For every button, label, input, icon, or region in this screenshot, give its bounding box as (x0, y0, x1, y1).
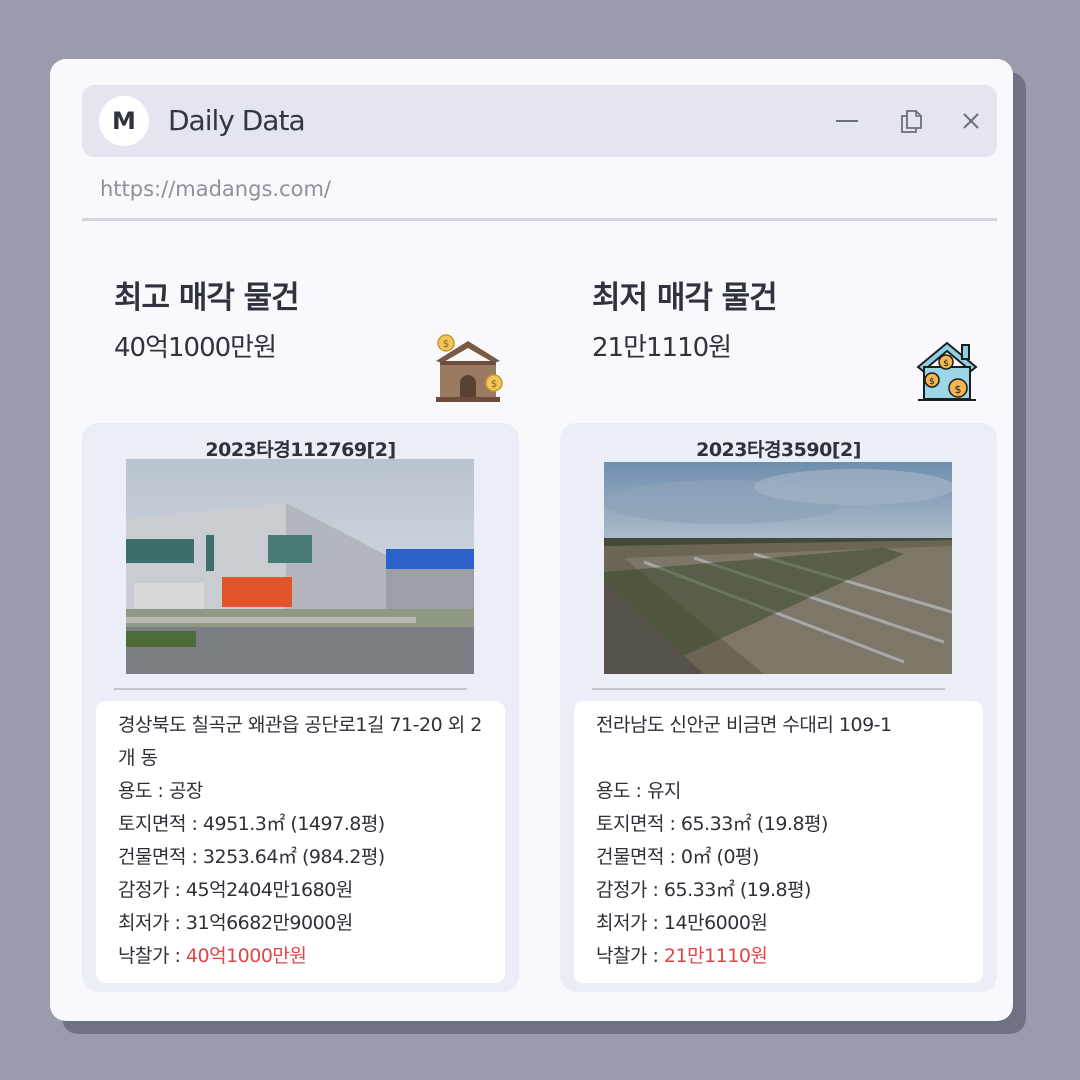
lowest-winning-label: 낙찰가 : (596, 945, 664, 967)
lowest-info-panel: 전라남도 신안군 비금면 수대리 109-1 용도 : 유지 토지면적 : 65… (574, 701, 983, 983)
lowest-address: 전라남도 신안군 비금면 수대리 109-1 (596, 714, 892, 736)
minimize-icon[interactable] (833, 107, 861, 135)
lowest-property-photo (604, 462, 952, 674)
lowest-use: 용도 : 유지 (596, 780, 681, 802)
url-text[interactable]: https://madangs.com/ (100, 177, 331, 201)
highest-land-area: 토지면적 : 4951.3㎡ (1497.8평) (118, 813, 385, 835)
lowest-building-area: 건물면적 : 0㎡ (0평) (596, 846, 759, 868)
app-window: M Daily Data https://madangs.com/ 최고 매각 … (50, 59, 1013, 1021)
highest-use: 용도 : 공장 (118, 780, 203, 802)
app-title: Daily Data (168, 104, 306, 137)
lowest-winning-value: 21만1110원 (663, 945, 768, 967)
lowest-amount: 21만1110원 (592, 333, 732, 363)
lowest-appraisal: 감정가 : 65.33㎡ (19.8평) (596, 879, 811, 901)
url-divider (82, 218, 997, 221)
lowest-minimum-price: 최저가 : 14만6000원 (596, 912, 768, 934)
lowest-land-area: 토지면적 : 65.33㎡ (19.8평) (596, 813, 828, 835)
svg-text:$: $ (443, 339, 449, 350)
highest-card-divider (114, 688, 467, 690)
house-money-icon: $ $ (436, 334, 503, 402)
highest-case-number[interactable]: 2023타경112769[2] (82, 435, 519, 462)
app-logo: M (99, 96, 149, 146)
lowest-card[interactable]: 2023타경3590[2] 전라남도 신안군 비금면 수대리 109-1 용도 … (560, 423, 997, 992)
highest-winning-bid: 낙찰가 : 40억1000만원 (118, 940, 483, 973)
highest-info-panel: 경상북도 칠곡군 왜관읍 공단로1길 71-20 외 2개 동 용도 : 공장 … (96, 701, 505, 983)
highest-winning-value: 40억1000만원 (185, 945, 307, 967)
svg-text:$: $ (943, 359, 949, 369)
highest-winning-label: 낙찰가 : (118, 945, 186, 967)
highest-minimum-price: 최저가 : 31억6682만9000원 (118, 912, 353, 934)
highest-amount: 40억1000만원 (114, 333, 277, 363)
highest-building-area: 건물면적 : 3253.64㎡ (984.2평) (118, 846, 385, 868)
svg-text:$: $ (955, 383, 962, 396)
highest-property-photo (126, 459, 474, 674)
lowest-card-divider (592, 688, 945, 690)
highest-card[interactable]: 2023타경112769[2] 경상북도 칠곡군 왜관읍 공단로1길 71-20… (82, 423, 519, 992)
restore-icon[interactable] (897, 107, 925, 135)
svg-text:$: $ (929, 377, 935, 387)
lowest-winning-bid: 낙찰가 : 21만1110원 (596, 940, 961, 973)
close-icon[interactable] (957, 107, 985, 135)
title-bar: M Daily Data (82, 85, 997, 157)
house-coins-icon: $ $ $ (916, 341, 978, 401)
lowest-heading: 최저 매각 물건 (592, 280, 778, 316)
highest-appraisal: 감정가 : 45억2404만1680원 (118, 879, 353, 901)
lowest-case-number[interactable]: 2023타경3590[2] (560, 435, 997, 462)
highest-heading: 최고 매각 물건 (114, 280, 300, 316)
svg-text:$: $ (491, 379, 497, 390)
highest-address: 경상북도 칠곡군 왜관읍 공단로1길 71-20 외 2개 동 (118, 714, 482, 769)
